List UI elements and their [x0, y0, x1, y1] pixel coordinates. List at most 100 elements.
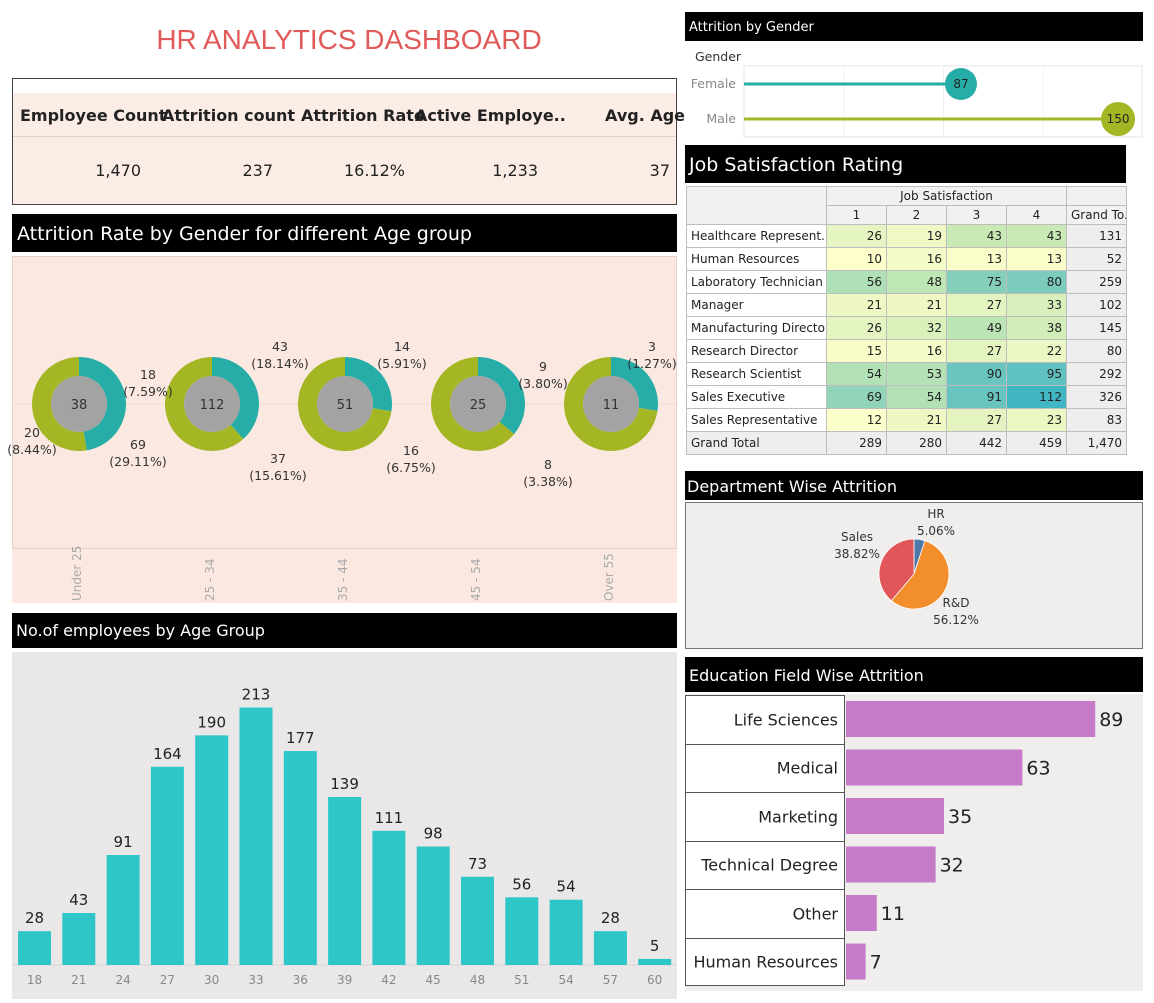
table-col-header: 2 [886, 205, 947, 225]
gender-axis-label: Gender [695, 49, 742, 64]
table-cell: 32 [886, 316, 947, 340]
donut-teal-label: 43 (18.14%) [250, 338, 310, 372]
gender-lollipop-panel: Female 87 Male 150 [686, 64, 1143, 138]
table-grand-total-cell: 289 [826, 431, 887, 455]
donut-header: Attrition Rate by Gender for different A… [12, 214, 677, 252]
table-cell: 75 [946, 270, 1007, 294]
table-row-header: Healthcare Represent.. [686, 224, 827, 248]
table-cell: 10 [826, 247, 887, 271]
gender-category-label: Female [691, 76, 737, 91]
histogram-tick-label: 45 [426, 973, 441, 987]
table-row-header: Human Resources [686, 247, 827, 271]
table-row-total: 83 [1066, 408, 1127, 432]
kpi-attrition-rate-value: 16.12% [343, 161, 405, 180]
education-category: Marketing [758, 807, 838, 827]
table-cell: 53 [886, 362, 947, 386]
histogram-tick-label: 24 [115, 973, 130, 987]
education-row-label: Medical [685, 743, 845, 792]
table-cell: 27 [946, 339, 1007, 363]
donut-center-total: 51 [337, 398, 354, 413]
table-row-header: Manager [686, 293, 827, 317]
teal-count: 43 [272, 339, 288, 354]
education-bar-panel: 89 63 35 32 11 7 Life Sciences Medical Marketin… [685, 694, 1143, 991]
kpi-attrition-count-label: Attrition count [162, 106, 296, 125]
table-row-total: 52 [1066, 247, 1127, 271]
histogram-bar-label: 213 [242, 686, 271, 704]
table-grand-total-cell: 442 [946, 431, 1007, 455]
histogram-bar [638, 958, 672, 965]
donut-olive-label: 16 (6.75%) [381, 442, 441, 476]
age-group-label: 35 - 44 [336, 558, 350, 602]
table-cell: 95 [1006, 362, 1067, 386]
table-col-header: 4 [1006, 205, 1067, 225]
table-grand-total-label: Grand Total [686, 431, 827, 455]
table-row-header: Sales Representative [686, 408, 827, 432]
age-group-label: 25 - 34 [203, 558, 217, 602]
table-cell: 33 [1006, 293, 1067, 317]
table-cell: 21 [886, 408, 947, 432]
donut-olive-label: 20 (8.44%) [2, 424, 62, 458]
kpi-avg-age-value: 37 [649, 161, 670, 180]
table-grand-total-row: Grand Total 289 280 442 459 1,470 [686, 431, 1127, 455]
table-cell: 27 [946, 293, 1007, 317]
table-col-header: Grand To.. [1066, 205, 1127, 225]
histogram-bar [593, 931, 627, 965]
job-satisfaction-table: Job Satisfaction 1 2 3 4 Grand To.. Heal… [686, 186, 1127, 455]
histogram-bar-label: 54 [557, 878, 576, 896]
table-row-header: Research Scientist [686, 362, 827, 386]
education-bar [846, 846, 936, 883]
histogram-tick-label: 30 [204, 973, 219, 987]
education-bar-label: 32 [940, 855, 964, 877]
gender-lollipop-chart: Female 87 Male 150 [691, 65, 1143, 138]
donut-center-total: 38 [71, 398, 88, 413]
table-row-total: 102 [1066, 293, 1127, 317]
education-category: Other [792, 904, 838, 924]
donut-teal-label: 3 (1.27%) [622, 338, 682, 372]
education-category: Human Resources [693, 952, 839, 972]
table-row-total: 259 [1066, 270, 1127, 294]
gender-header: Attrition by Gender [685, 12, 1143, 41]
education-row-label: Life Sciences [685, 695, 845, 744]
education-category: Medical [776, 758, 838, 778]
histogram-bar-label: 111 [375, 809, 404, 827]
education-row-label: Human Resources [685, 937, 845, 986]
education-category: Technical Degree [701, 855, 838, 875]
education-bar-label: 11 [881, 903, 905, 925]
histogram-bar-label: 5 [650, 937, 660, 955]
age-group-label: Under 25 [70, 545, 84, 601]
job-satisfaction-header: Job Satisfaction Rating [685, 145, 1126, 183]
teal-count: 14 [394, 339, 410, 354]
table-cell: 27 [946, 408, 1007, 432]
histogram-bar [106, 855, 140, 965]
education-bar [846, 943, 866, 980]
age-group-label: 45 - 54 [469, 558, 483, 602]
education-bar-label: 89 [1099, 709, 1123, 731]
olive-count: 16 [403, 443, 419, 458]
histogram-bar [372, 830, 406, 965]
table-cell: 16 [886, 339, 947, 363]
slice-name: R&D [942, 596, 970, 610]
kpi-active-employees-value: 1,233 [492, 161, 538, 180]
education-bar [846, 701, 1096, 737]
histogram-tick-label: 48 [470, 973, 485, 987]
olive-count: 20 [24, 425, 40, 440]
histogram-bar-label: 177 [286, 729, 315, 747]
table-row-total: 292 [1066, 362, 1127, 386]
table-cell: 90 [946, 362, 1007, 386]
donut-teal-label: 9 (3.80%) [513, 358, 573, 392]
kpi-attrition-rate-label: Attrition Rate [301, 106, 425, 125]
table-grand-total-cell: 280 [886, 431, 947, 455]
education-header: Education Field Wise Attrition [685, 657, 1143, 692]
histogram-bar-label: 56 [512, 875, 531, 893]
histogram-bar [283, 751, 317, 965]
table-cell: 16 [886, 247, 947, 271]
table-cell: 91 [946, 385, 1007, 409]
table-cell: 21 [886, 293, 947, 317]
table-row-total: 131 [1066, 224, 1127, 248]
age-group-label: Over 55 [602, 553, 616, 601]
table-cell: 13 [946, 247, 1007, 271]
age-histogram-panel: 28 18 43 21 91 24 164 27 190 30 213 33 177 36 139 39 111… [12, 652, 677, 999]
education-bar [846, 798, 944, 834]
table-cell: 38 [1006, 316, 1067, 340]
table-cell: 43 [1006, 224, 1067, 248]
